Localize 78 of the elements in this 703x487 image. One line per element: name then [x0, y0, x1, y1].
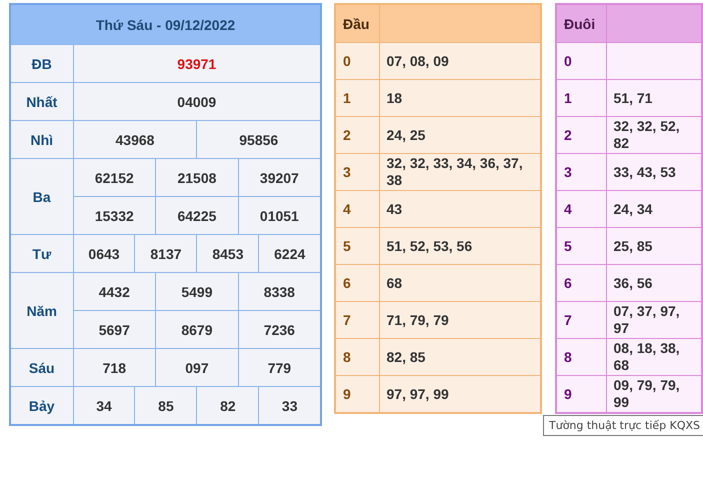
prize-number: 4432 — [73, 272, 156, 310]
digit-cell: 3 — [335, 154, 379, 190]
digit-cell: 2 — [335, 116, 379, 154]
prize-number: 82 — [196, 386, 259, 425]
digit-cell: 1 — [556, 80, 606, 116]
prize-number: 8137 — [134, 234, 197, 272]
numbers-cell: 51, 52, 53, 56 — [379, 228, 541, 264]
digit-cell: 6 — [556, 264, 606, 302]
prize-number: 62152 — [73, 158, 156, 196]
digit-cell: 8 — [335, 338, 379, 376]
prize-label: Bảy — [10, 386, 73, 425]
prize-number: 718 — [73, 348, 156, 386]
prize-number: 01051 — [238, 196, 321, 234]
prize-number: 04009 — [73, 82, 321, 120]
prize-number: 8453 — [196, 234, 259, 272]
digit-cell: 1 — [335, 80, 379, 116]
prize-number: 64225 — [156, 196, 238, 234]
numbers-cell: 24, 34 — [606, 190, 702, 228]
digit-cell: 8 — [556, 338, 606, 376]
numbers-cell: 32, 32, 52, 82 — [606, 116, 702, 154]
numbers-cell: 36, 56 — [606, 264, 702, 302]
digit-cell: 9 — [335, 376, 379, 413]
table-title: Thứ Sáu - 09/12/2022 — [10, 4, 321, 44]
numbers-cell: 97, 97, 99 — [379, 376, 541, 413]
numbers-cell: 24, 25 — [379, 116, 541, 154]
numbers-cell: 25, 85 — [606, 228, 702, 264]
prize-label: Tư — [10, 234, 73, 272]
column-header: Đầu — [335, 4, 379, 42]
prize-number: 6224 — [258, 234, 321, 272]
prize-number: 8679 — [156, 310, 238, 348]
prize-label: Nhất — [10, 82, 73, 120]
prize-number: 7236 — [238, 310, 321, 348]
prize-label: ĐB — [10, 44, 73, 82]
prize-number: 5697 — [73, 310, 156, 348]
prize-number: 15332 — [73, 196, 156, 234]
prize-number: 95856 — [196, 120, 321, 158]
digit-cell: 5 — [556, 228, 606, 264]
prize-number: 85 — [134, 386, 197, 425]
digit-cell: 4 — [335, 190, 379, 228]
digit-cell: 2 — [556, 116, 606, 154]
prize-number: 779 — [238, 348, 321, 386]
numbers-cell: 51, 71 — [606, 80, 702, 116]
digit-cell: 9 — [556, 376, 606, 413]
numbers-cell: 32, 32, 33, 34, 36, 37, 38 — [379, 154, 541, 190]
numbers-cell: 09, 79, 79, 99 — [606, 376, 702, 413]
numbers-cell: 08, 18, 38, 68 — [606, 338, 702, 376]
digit-cell: 7 — [335, 302, 379, 338]
prize-number: 34 — [73, 386, 135, 425]
prize-number: 8338 — [238, 272, 321, 310]
numbers-cell: 07, 08, 09 — [379, 42, 541, 80]
digit-cell: 4 — [556, 190, 606, 228]
numbers-cell: 43 — [379, 190, 541, 228]
prize-number: 33 — [258, 386, 321, 425]
prize-number: 0643 — [73, 234, 135, 272]
prize-label: Năm — [10, 272, 73, 348]
prize-label: Ba — [10, 158, 73, 234]
digit-cell: 0 — [556, 42, 606, 80]
prize-number: 93971 — [73, 44, 321, 82]
prize-label: Nhì — [10, 120, 73, 158]
prize-number: 5499 — [156, 272, 238, 310]
numbers-cell: 07, 37, 97, 97 — [606, 302, 702, 338]
digit-cell: 5 — [335, 228, 379, 264]
numbers-cell: 68 — [379, 264, 541, 302]
prize-number: 39207 — [238, 158, 321, 196]
numbers-cell: 33, 43, 53 — [606, 154, 702, 190]
digit-cell: 6 — [335, 264, 379, 302]
prize-number: 097 — [156, 348, 238, 386]
digit-cell: 0 — [335, 42, 379, 80]
numbers-cell: 71, 79, 79 — [379, 302, 541, 338]
digit-cell: 7 — [556, 302, 606, 338]
column-header: Đuôi — [556, 4, 606, 42]
prize-number: 43968 — [73, 120, 197, 158]
prize-number: 21508 — [156, 158, 238, 196]
tooltip: Tường thuật trực tiếp KQXS — [543, 415, 703, 436]
prize-label: Sáu — [10, 348, 73, 386]
numbers-cell: 18 — [379, 80, 541, 116]
digit-cell: 3 — [556, 154, 606, 190]
numbers-cell: 82, 85 — [379, 338, 541, 376]
